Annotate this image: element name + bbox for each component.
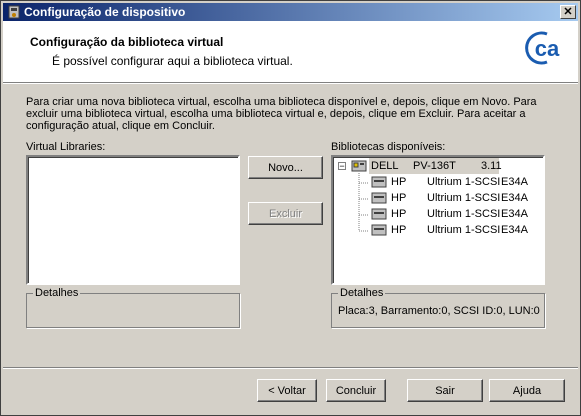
header-divider bbox=[3, 83, 578, 84]
tape-drive-icon bbox=[371, 208, 387, 220]
drive-firmware: E34A bbox=[501, 176, 528, 188]
page-title: Configuração da biblioteca virtual bbox=[30, 35, 224, 49]
drive-vendor: HP bbox=[391, 208, 407, 220]
instructions-text: Para criar uma nova biblioteca virtual, … bbox=[26, 96, 537, 132]
device-config-window: Configuração de dispositivo ✕ Configuraç… bbox=[0, 0, 581, 416]
close-button[interactable]: ✕ bbox=[560, 5, 576, 19]
help-button[interactable]: Ajuda bbox=[489, 379, 565, 402]
title-bar[interactable]: Configuração de dispositivo ✕ bbox=[3, 3, 578, 21]
drive-vendor: HP bbox=[391, 176, 407, 188]
ca-logo: ca bbox=[525, 31, 560, 65]
header-panel: Configuração da biblioteca virtual É pos… bbox=[3, 21, 578, 83]
root-model: PV-136T bbox=[413, 160, 456, 172]
root-vendor: DELL bbox=[371, 160, 399, 172]
drive-firmware: E34A bbox=[501, 192, 528, 204]
finish-button[interactable]: Concluir bbox=[326, 379, 386, 402]
tree-child-row[interactable]: HP Ultrium 1-SCSI E34A bbox=[335, 206, 541, 222]
drive-firmware: E34A bbox=[501, 224, 528, 236]
back-button[interactable]: < Voltar bbox=[257, 379, 317, 402]
tree-root-row[interactable]: − DELL PV-136T 3.11 bbox=[335, 158, 541, 174]
drive-model: Ultrium 1-SCSI bbox=[427, 208, 501, 220]
tape-drive-icon bbox=[371, 192, 387, 204]
logo-text: ca bbox=[535, 36, 560, 61]
available-libraries-label: Bibliotecas disponíveis: bbox=[331, 141, 446, 153]
virtual-libraries-label: Virtual Libraries: bbox=[26, 141, 106, 153]
app-icon bbox=[8, 5, 20, 19]
drive-model: Ultrium 1-SCSI bbox=[427, 224, 501, 236]
tape-drive-icon bbox=[371, 224, 387, 236]
collapse-icon[interactable]: − bbox=[338, 162, 346, 171]
virtual-libraries-list[interactable] bbox=[26, 155, 240, 285]
available-libraries-tree[interactable]: − DELL PV-136T 3.11 HP Ultrium 1-SCSI E34A… bbox=[331, 155, 545, 285]
drive-model: Ultrium 1-SCSI bbox=[427, 176, 501, 188]
footer-divider-highlight bbox=[3, 368, 578, 369]
drive-vendor: HP bbox=[391, 192, 407, 204]
details-right-label: Detalhes bbox=[338, 287, 386, 299]
exit-button[interactable]: Sair bbox=[407, 379, 483, 402]
tree-child-row[interactable]: HP Ultrium 1-SCSI E34A bbox=[335, 190, 541, 206]
delete-button[interactable]: Excluir bbox=[248, 202, 323, 225]
details-right-text: Placa:3, Barramento:0, SCSI ID:0, LUN:0 bbox=[338, 305, 540, 317]
details-right-group: Detalhes Placa:3, Barramento:0, SCSI ID:… bbox=[331, 287, 545, 328]
root-firmware: 3.11 bbox=[481, 160, 502, 172]
drive-model: Ultrium 1-SCSI bbox=[427, 192, 501, 204]
details-left-group: Detalhes bbox=[26, 287, 240, 328]
details-left-label: Detalhes bbox=[33, 287, 81, 299]
tree-child-row[interactable]: HP Ultrium 1-SCSI E34A bbox=[335, 174, 541, 190]
library-icon bbox=[351, 160, 367, 172]
page-subtitle: É possível configurar aqui a biblioteca … bbox=[52, 54, 293, 68]
new-button[interactable]: Novo... bbox=[248, 156, 323, 179]
tree-child-row[interactable]: HP Ultrium 1-SCSI E34A bbox=[335, 222, 541, 238]
tape-drive-icon bbox=[371, 176, 387, 188]
window-title: Configuração de dispositivo bbox=[24, 5, 186, 19]
drive-firmware: E34A bbox=[501, 208, 528, 220]
drive-vendor: HP bbox=[391, 224, 407, 236]
